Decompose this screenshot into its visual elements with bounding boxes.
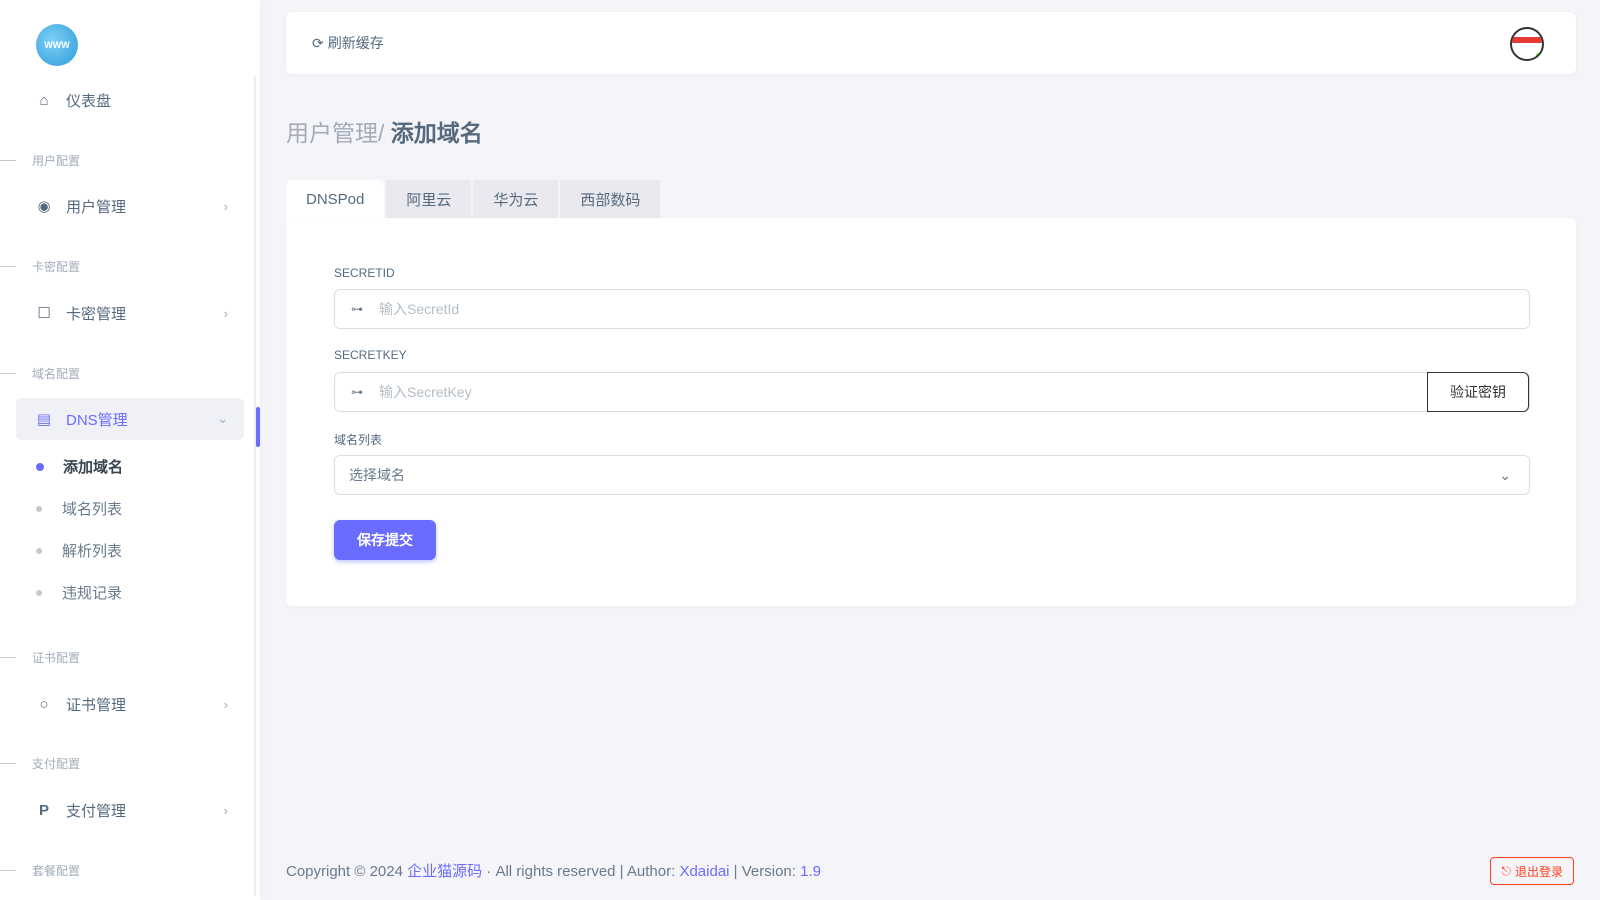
sidebar-subitem-add-domain[interactable]: 添加域名 (36, 456, 123, 477)
bullet-icon (36, 462, 44, 471)
sidebar-item-payment-management[interactable]: P 支付管理 › (16, 789, 244, 831)
tab-west[interactable]: 西部数码 (560, 180, 661, 218)
navbar: ⟳ 刷新缓存 (286, 12, 1576, 74)
chevron-right-icon: › (223, 305, 228, 321)
logout-button[interactable]: ⎋ 退出登录 (1490, 857, 1574, 885)
sidebar-item-dns-management[interactable]: ▤ DNS管理 ⌄ (16, 398, 244, 440)
footer: Copyright © 2024 企业猫源码 · All rights rese… (286, 863, 821, 880)
tab-aliyun[interactable]: 阿里云 (386, 180, 472, 218)
paypal-icon: P (38, 801, 49, 819)
section-label: 域名配置 (0, 365, 80, 382)
sidebar-scrollbar[interactable] (254, 76, 256, 896)
chevron-right-icon: › (223, 696, 228, 712)
sidebar-subitem-record-list[interactable]: 解析列表 (36, 540, 122, 561)
page-title: 添加域名 (390, 120, 483, 146)
domain-list-label: 域名列表 (334, 433, 383, 447)
home-icon: ⌂ (39, 91, 49, 109)
avatar[interactable] (1510, 27, 1544, 61)
tab-huaweicloud[interactable]: 华为云 (473, 180, 559, 218)
key-icon: ⊶ (351, 385, 363, 399)
breadcrumb: 用户管理/ 添加域名 (286, 120, 483, 146)
sidebar-item-cert-management[interactable]: ○ 证书管理 › (16, 683, 244, 725)
sidebar-item-dashboard[interactable]: ⌂ 仪表盘 (16, 79, 244, 121)
version-link[interactable]: 1.9 (800, 863, 821, 880)
chevron-right-icon: › (223, 198, 228, 214)
section-label: 卡密配置 (0, 258, 80, 275)
bullet-icon (36, 547, 42, 554)
author-link[interactable]: Xdaidai (679, 863, 729, 880)
user-circle-icon: ◉ (37, 198, 51, 215)
bullet-icon (36, 589, 42, 596)
secretid-input[interactable]: ⊶ 输入SecretId (334, 289, 1530, 329)
chevron-down-icon: ⌄ (1499, 466, 1511, 483)
section-label: 证书配置 (0, 649, 80, 666)
company-link[interactable]: 企业猫源码 (407, 863, 482, 880)
key-icon: ⊶ (351, 302, 363, 316)
section-label: 套餐配置 (0, 862, 80, 879)
window-icon: ▤ (36, 411, 52, 428)
secretkey-input[interactable]: ⊶ 输入SecretKey 验证密钥 (334, 372, 1530, 412)
refresh-cache-button[interactable]: ⟳ 刷新缓存 (312, 33, 384, 53)
sidebar-subitem-violations[interactable]: 违规记录 (36, 582, 122, 603)
secretkey-label: SECRETKEY (334, 348, 407, 362)
domain-select[interactable]: 选择域名 ⌄ (334, 455, 1530, 495)
online-status-icon (1534, 51, 1542, 59)
verify-key-button[interactable]: 验证密钥 (1427, 372, 1529, 412)
chevron-right-icon: › (223, 802, 228, 818)
bullet-icon (36, 505, 42, 512)
sidebar-item-user-management[interactable]: ◉ 用户管理 › (16, 185, 244, 227)
provider-tabs: DNSPod 阿里云 华为云 西部数码 (286, 180, 662, 218)
logo[interactable]: WWW (36, 24, 78, 66)
circle-icon: ○ (39, 695, 49, 713)
chevron-down-icon: ⌄ (217, 411, 228, 426)
sidebar: WWW ⌂ 仪表盘 用户配置 ◉ 用户管理 › 卡密配置 ☐ 卡密管理 › 域名配置 ▤ D… (0, 0, 260, 900)
logout-icon: ⎋ (1501, 863, 1511, 878)
card-icon: ☐ (37, 305, 51, 322)
secretid-label: SECRETID (334, 266, 395, 280)
sidebar-item-card-management[interactable]: ☐ 卡密管理 › (16, 292, 244, 334)
sidebar-subitem-domain-list[interactable]: 域名列表 (36, 498, 122, 519)
section-label: 支付配置 (0, 755, 80, 772)
tab-dnspod[interactable]: DNSPod (286, 180, 385, 218)
refresh-icon: ⟳ (312, 34, 324, 51)
form-card: SECRETID ⊶ 输入SecretId SECRETKEY ⊶ 输入Secret… (286, 218, 1576, 606)
save-submit-button[interactable]: 保存提交 (334, 520, 436, 560)
active-indicator (256, 407, 260, 447)
section-label: 用户配置 (0, 152, 80, 169)
